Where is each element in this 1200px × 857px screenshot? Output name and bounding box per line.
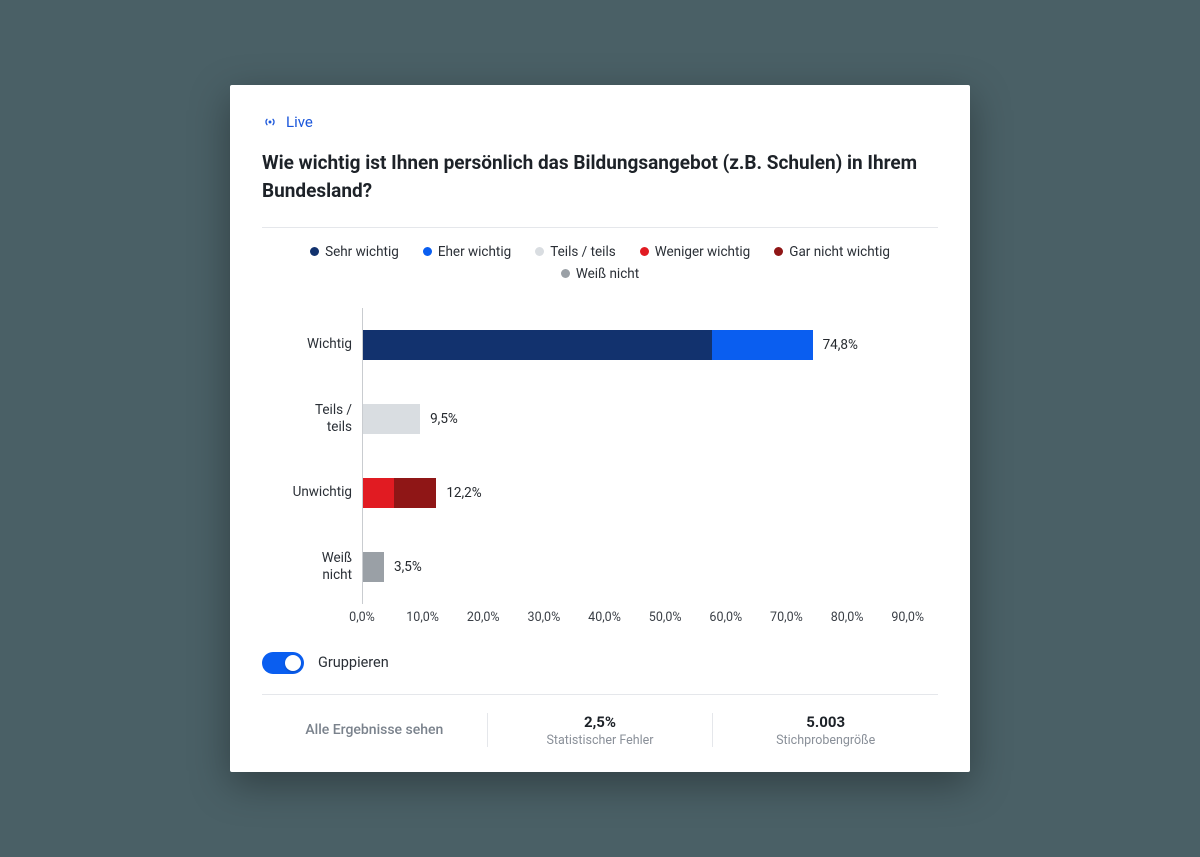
stat-error-label: Statistischer Fehler xyxy=(488,733,713,748)
x-axis-tick: 50,0% xyxy=(649,610,682,625)
live-indicator: Live xyxy=(262,113,938,131)
legend-item: Eher wichtig xyxy=(423,244,511,260)
group-toggle-label: Gruppieren xyxy=(318,654,389,671)
bar-stack xyxy=(363,478,436,508)
stat-error-value: 2,5% xyxy=(488,713,713,731)
legend-label: Weiß nicht xyxy=(576,266,639,282)
legend-item: Weniger wichtig xyxy=(640,244,751,260)
bar-stack xyxy=(363,404,420,434)
legend-item: Sehr wichtig xyxy=(310,244,399,260)
x-axis-tick: 20,0% xyxy=(467,610,500,625)
x-axis-tick: 60,0% xyxy=(709,610,742,625)
stat-sample-label: Stichprobengröße xyxy=(713,733,938,748)
x-axis-tick: 90,0% xyxy=(891,610,924,625)
chart-x-axis: 0,0% 10,0% 20,0% 30,0% 40,0% 50,0% 60,0% 70,0% 8… xyxy=(262,610,938,628)
survey-question: Wie wichtig ist Ihnen persönlich das Bil… xyxy=(262,149,938,204)
live-label: Live xyxy=(286,113,313,131)
legend-dot xyxy=(310,247,319,256)
live-icon xyxy=(262,114,278,130)
stat-sample: 5.003 Stichprobengröße xyxy=(713,713,938,748)
group-toggle[interactable] xyxy=(262,652,304,674)
bar-segment xyxy=(394,478,436,508)
y-axis-label: Weiß nicht xyxy=(262,530,352,604)
bar-row: 74,8% xyxy=(363,308,934,382)
group-row: Gruppieren xyxy=(262,652,938,674)
legend-label: Gar nicht wichtig xyxy=(789,244,890,260)
chart-plot: 74,8% 9,5% 12,2% 3,5% xyxy=(362,308,934,604)
bar-row: 3,5% xyxy=(363,530,934,604)
bar-value-label: 9,5% xyxy=(430,411,458,427)
legend-dot xyxy=(561,269,570,278)
x-axis-tick: 0,0% xyxy=(349,610,375,625)
bar-segment xyxy=(712,330,813,360)
divider xyxy=(262,227,938,228)
legend-label: Sehr wichtig xyxy=(325,244,399,260)
survey-card: Live Wie wichtig ist Ihnen persönlich da… xyxy=(230,85,970,771)
y-axis-label: Teils / teils xyxy=(262,382,352,456)
x-axis-tick: 30,0% xyxy=(528,610,561,625)
chart-legend: Sehr wichtig Eher wichtig Teils / teils Wen… xyxy=(262,244,938,282)
card-footer: Alle Ergebnisse sehen 2,5% Statistischer… xyxy=(262,694,938,748)
chart-y-labels: WichtigTeils / teilsUnwichtigWeiß nicht xyxy=(262,308,362,604)
stat-error: 2,5% Statistischer Fehler xyxy=(488,713,713,748)
x-axis-tick: 10,0% xyxy=(406,610,439,625)
legend-label: Weniger wichtig xyxy=(655,244,751,260)
chart: WichtigTeils / teilsUnwichtigWeiß nicht … xyxy=(262,308,938,604)
legend-label: Teils / teils xyxy=(550,244,615,260)
bar-row: 12,2% xyxy=(363,456,934,530)
x-axis-tick: 70,0% xyxy=(770,610,803,625)
chart-bars: 74,8% 9,5% 12,2% 3,5% xyxy=(363,308,934,604)
bar-value-label: 74,8% xyxy=(823,337,858,353)
bar-value-label: 12,2% xyxy=(446,485,481,501)
legend-label: Eher wichtig xyxy=(438,244,511,260)
bar-row: 9,5% xyxy=(363,382,934,456)
stat-sample-value: 5.003 xyxy=(713,713,938,731)
legend-item: Weiß nicht xyxy=(561,266,639,282)
legend-item: Gar nicht wichtig xyxy=(774,244,890,260)
see-all-results-link[interactable]: Alle Ergebnisse sehen xyxy=(262,722,487,738)
bar-segment xyxy=(363,330,712,360)
legend-dot xyxy=(423,247,432,256)
x-axis-tick: 80,0% xyxy=(831,610,864,625)
x-axis-tick: 40,0% xyxy=(588,610,621,625)
bar-segment xyxy=(363,404,420,434)
bar-segment xyxy=(363,552,384,582)
bar-stack xyxy=(363,330,813,360)
bar-value-label: 3,5% xyxy=(394,559,422,575)
toggle-knob xyxy=(285,655,301,671)
bar-stack xyxy=(363,552,384,582)
y-axis-label: Unwichtig xyxy=(262,456,352,530)
legend-dot xyxy=(774,247,783,256)
y-axis-label: Wichtig xyxy=(262,308,352,382)
legend-dot xyxy=(640,247,649,256)
bar-segment xyxy=(363,478,394,508)
legend-item: Teils / teils xyxy=(535,244,615,260)
legend-dot xyxy=(535,247,544,256)
